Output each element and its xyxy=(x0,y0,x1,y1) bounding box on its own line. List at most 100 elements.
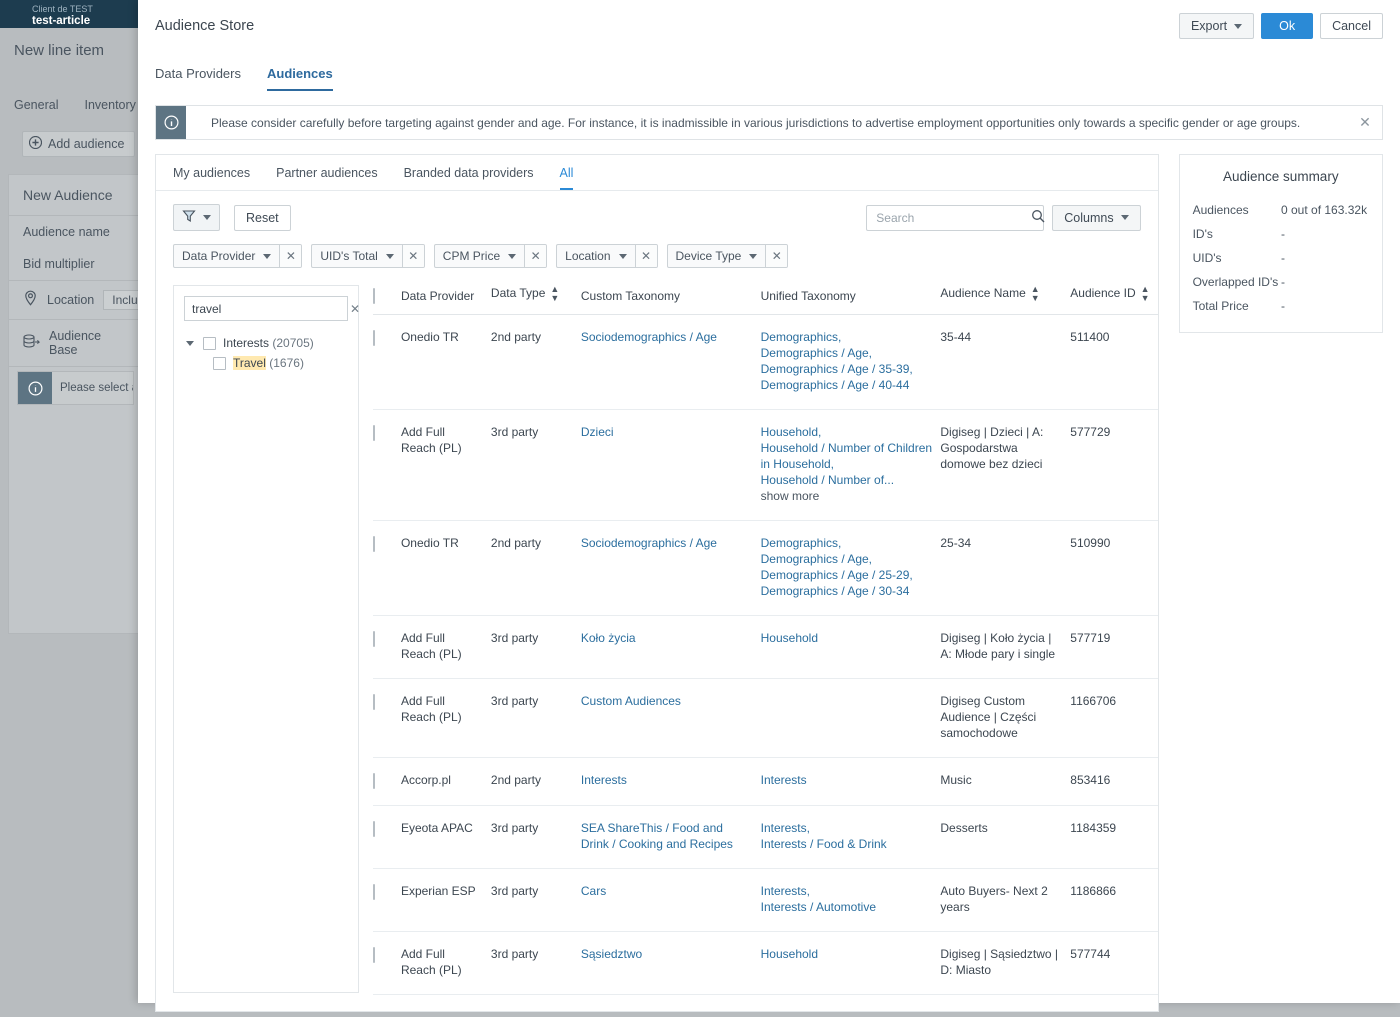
taxonomy-link[interactable]: Interests xyxy=(761,772,933,788)
tab-data-providers[interactable]: Data Providers xyxy=(155,66,241,91)
add-audience-button[interactable]: Add audience xyxy=(22,131,136,157)
chip-remove-icon[interactable]: ✕ xyxy=(401,245,424,267)
taxonomy-link[interactable]: Interests xyxy=(581,772,753,788)
row-checkbox[interactable] xyxy=(373,694,375,710)
chip-dropdown[interactable]: Data Provider xyxy=(174,245,279,267)
reset-button[interactable]: Reset xyxy=(234,204,291,231)
sort-icon[interactable]: ▲ ▼ xyxy=(1141,285,1150,303)
row-checkbox[interactable] xyxy=(373,536,375,552)
tree-node-checkbox[interactable] xyxy=(213,356,226,370)
taxonomy-link[interactable]: Household / Number of... xyxy=(761,472,933,488)
tree-node[interactable]: Travel (1676) xyxy=(184,353,348,373)
clear-icon[interactable]: ✕ xyxy=(347,302,363,316)
filter-chip[interactable]: Location ✕ xyxy=(556,244,658,268)
taxonomy-link[interactable]: Demographics, xyxy=(761,329,933,345)
tab-audiences[interactable]: Audiences xyxy=(266,66,333,91)
tree-node-checkbox[interactable] xyxy=(203,336,216,350)
row-checkbox[interactable] xyxy=(373,631,375,647)
search-box[interactable] xyxy=(866,204,1045,231)
taxonomy-link[interactable]: Interests / Food & Drink xyxy=(761,836,933,852)
taxonomy-link[interactable]: Cars xyxy=(581,883,753,899)
table-row[interactable]: Onedio TR 2nd party Sociodemographics / Ag… xyxy=(373,520,1158,616)
taxonomy-link[interactable]: Interests, xyxy=(761,883,933,899)
filter-chip[interactable]: Data Provider ✕ xyxy=(173,244,303,268)
chip-dropdown[interactable]: Device Type xyxy=(668,245,766,267)
column-header-audience-id[interactable]: Audience ID ▲ ▼ xyxy=(1070,285,1158,315)
audience-base-row[interactable]: Audience Base xyxy=(9,320,142,366)
column-header-unified-taxonomy[interactable]: Unified Taxonomy xyxy=(760,285,941,315)
tree-search-box[interactable]: ✕ xyxy=(184,296,360,321)
taxonomy-link[interactable]: SEA ShareThis / Food and Drink / Cooking… xyxy=(581,820,753,852)
chip-remove-icon[interactable]: ✕ xyxy=(634,245,657,267)
taxonomy-link[interactable]: Sąsiedztwo xyxy=(581,946,753,962)
cancel-button[interactable]: Cancel xyxy=(1320,13,1383,39)
column-header-data-type[interactable]: Data Type ▲ ▼ xyxy=(490,285,581,315)
table-row[interactable]: Eyeota APAC 3rd party SEA ShareThis / Food… xyxy=(373,805,1158,869)
taxonomy-link[interactable]: Demographics, xyxy=(761,535,933,551)
table-row[interactable]: Add Full Reach (PL) 3rd party Sąsiedztwo Ho… xyxy=(373,931,1158,995)
taxonomy-link[interactable]: Household, xyxy=(761,424,933,440)
filter-button[interactable] xyxy=(173,204,220,231)
search-icon[interactable] xyxy=(1031,209,1045,226)
expand-toggle-icon[interactable] xyxy=(184,340,196,346)
table-row[interactable]: Accorp.pl 2nd party Interests Interests Musi… xyxy=(373,757,1158,806)
row-checkbox[interactable] xyxy=(373,821,375,837)
table-row[interactable]: Add Full Reach (PL)3rd partyŚwiąteczne i… xyxy=(373,994,1158,1008)
chip-dropdown[interactable]: CPM Price xyxy=(435,245,524,267)
table-row[interactable]: Add Full Reach (PL) 3rd party Koło życia Ho… xyxy=(373,615,1158,679)
taxonomy-link[interactable]: Sociodemographics / Age xyxy=(581,535,753,551)
taxonomy-link[interactable]: Demographics / Age, xyxy=(761,551,933,567)
sort-icon[interactable]: ▲ ▼ xyxy=(1031,285,1040,303)
filter-chip[interactable]: UID's Total ✕ xyxy=(311,244,425,268)
taxonomy-link[interactable]: Demographics / Age / 35-39, xyxy=(761,361,933,377)
taxonomy-link[interactable]: Dzieci xyxy=(581,424,753,440)
export-button[interactable]: Export xyxy=(1178,13,1255,39)
subtab-partner-audiences[interactable]: Partner audiences xyxy=(276,166,377,190)
column-header-audience-name[interactable]: Audience Name ▲ ▼ xyxy=(940,285,1071,315)
close-icon[interactable]: ✕ xyxy=(1348,106,1382,139)
subtab-my-audiences[interactable]: My audiences xyxy=(173,166,250,190)
chip-dropdown[interactable]: UID's Total xyxy=(312,245,401,267)
taxonomy-link[interactable]: Interests / Automotive xyxy=(761,899,933,915)
subtab-branded-data-providers[interactable]: Branded data providers xyxy=(404,166,534,190)
tree-search-input[interactable] xyxy=(192,301,347,316)
bg-tab-inventory[interactable]: Inventory xyxy=(84,98,135,112)
taxonomy-link[interactable]: Koło życia xyxy=(581,630,753,646)
row-checkbox[interactable] xyxy=(373,425,375,441)
filter-chip[interactable]: CPM Price ✕ xyxy=(433,244,548,268)
taxonomy-link[interactable]: Household / Number of Children in Househ… xyxy=(761,440,933,472)
row-checkbox[interactable] xyxy=(373,947,375,963)
taxonomy-link[interactable]: Sociodemographics / Age xyxy=(581,329,753,345)
table-row[interactable]: Add Full Reach (PL) 3rd party Custom Audie… xyxy=(373,678,1158,758)
sort-icon[interactable]: ▲ ▼ xyxy=(550,285,559,303)
bg-tab-general[interactable]: General xyxy=(14,98,58,112)
table-row[interactable]: Experian ESP 3rd party Cars Interests, Inter… xyxy=(373,868,1158,932)
taxonomy-link[interactable]: Demographics / Age / 40-44 xyxy=(761,377,933,393)
chip-remove-icon[interactable]: ✕ xyxy=(279,245,302,267)
table-row[interactable]: Onedio TR 2nd party Sociodemographics / Ag… xyxy=(373,314,1158,410)
columns-button[interactable]: Columns xyxy=(1052,204,1141,231)
select-all-checkbox[interactable] xyxy=(373,288,375,304)
taxonomy-link[interactable]: Household xyxy=(761,630,933,646)
taxonomy-link[interactable]: Interests, xyxy=(761,820,933,836)
filter-chip[interactable]: Device Type ✕ xyxy=(666,244,789,268)
show-more-link[interactable]: show more xyxy=(761,488,933,504)
taxonomy-link[interactable]: Demographics / Age, xyxy=(761,345,933,361)
tree-node[interactable]: Interests (20705) xyxy=(184,333,348,353)
column-header-custom-taxonomy[interactable]: Custom Taxonomy xyxy=(580,285,761,315)
chip-remove-icon[interactable]: ✕ xyxy=(524,245,547,267)
row-checkbox[interactable] xyxy=(373,884,375,900)
subtab-all[interactable]: All xyxy=(559,166,573,190)
ok-button[interactable]: Ok xyxy=(1261,13,1314,39)
location-row[interactable]: Location Include xyxy=(9,281,160,319)
taxonomy-link[interactable]: Household xyxy=(761,946,933,962)
column-header-data-provider[interactable]: Data Provider xyxy=(400,285,491,315)
row-checkbox[interactable] xyxy=(373,773,375,789)
row-checkbox[interactable] xyxy=(373,330,375,346)
search-input[interactable] xyxy=(876,210,1032,225)
chip-dropdown[interactable]: Location xyxy=(557,245,634,267)
table-row[interactable]: Add Full Reach (PL) 3rd party Dzieci Househ… xyxy=(373,409,1158,521)
taxonomy-link[interactable]: Demographics / Age / 25-29, xyxy=(761,567,933,583)
taxonomy-link[interactable]: Custom Audiences xyxy=(581,693,753,709)
taxonomy-link[interactable]: Demographics / Age / 30-34 xyxy=(761,583,933,599)
